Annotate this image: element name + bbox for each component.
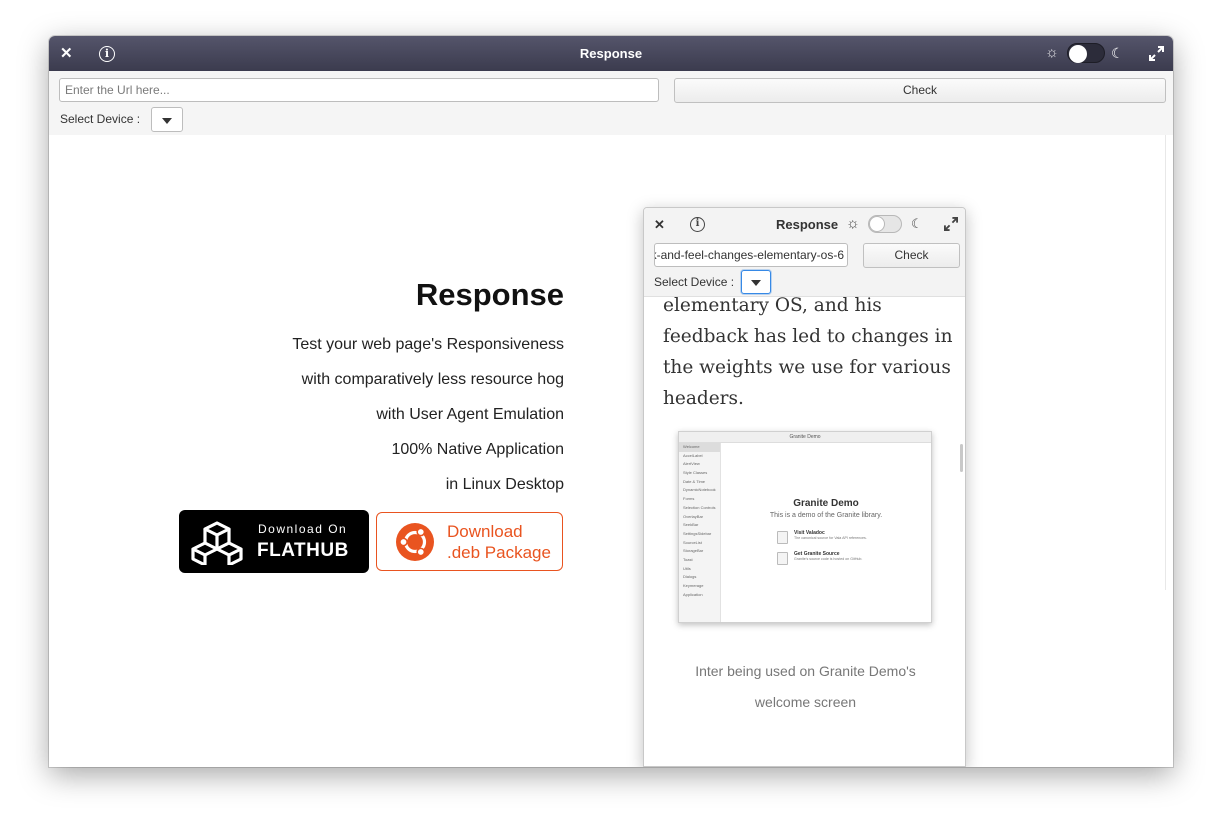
flathub-label: FLATHUB [257,540,349,561]
moon-icon: ☾ [1111,45,1124,61]
screenshot-sidebar-item: SourceList [683,539,702,545]
screenshot-sidebar-item: Welcome [679,443,720,452]
screenshot-sidebar-item: SeekBar [683,522,699,528]
screenshot-sidebar-item: AccelLabel [683,452,703,458]
screenshot-sidebar-item: Utils [683,565,691,571]
article-text: elementary OS, and his feedback has led … [663,295,953,409]
screenshot-sidebar-item: Application [683,591,703,597]
screenshot-sidebar-item: Date & Time [683,478,706,484]
flathub-logo-icon [191,521,243,565]
web-view[interactable]: Response Test your web page's Responsive… [49,135,1173,767]
select-device-label: Select Device : [60,112,141,126]
chevron-down-icon [162,117,172,124]
sun-icon: ☼ [846,215,860,232]
nested-check-button[interactable]: Check [863,243,960,268]
screenshot-sidebar-item: SettingsSidebar [683,530,712,536]
screenshot-sidebar-item: AlertView [683,461,700,467]
screenshot-link-subtitle: The canonical source for Vala API refere… [794,536,867,540]
nested-app-window: elementary OS, and his feedback has led … [643,207,966,767]
nested-header: ✕ i Response ☼ ☾ https://elementary.io/d… [644,208,965,297]
screenshot-sidebar-item: OverlayBar [683,513,704,519]
page-scrollbar[interactable] [1165,135,1166,590]
flathub-caption: Download On [258,522,348,536]
screenshot-link-subtitle: Granite's source code is hosted on GitHu… [794,557,863,561]
source-icon [777,552,788,565]
check-button[interactable]: Check [674,78,1166,103]
screenshot-link-row: Visit Valadoc The canonical source for V… [777,530,897,546]
tagline: Test your web page's Responsiveness [292,336,564,353]
url-input[interactable] [59,78,659,102]
nested-scrollbar[interactable] [960,444,963,472]
screenshot-subheading: This is a demo of the Granite library. [769,512,883,519]
flathub-download-button[interactable]: Download On FLATHUB [179,510,369,573]
nested-url-input[interactable]: https://elementary.io/docs/look-and-feel… [654,243,848,267]
screenshot-sidebar-item: StorageBar [683,548,704,554]
maximize-icon[interactable] [944,217,958,235]
deb-download-button[interactable]: Download .deb Package [376,512,563,571]
info-icon[interactable]: i [690,217,705,232]
close-icon[interactable]: ✕ [654,217,665,233]
screenshot-heading: Granite Demo [793,498,859,509]
deb-label-line2: .deb Package [447,543,551,562]
screenshot-sidebar-item: Keymerage [683,583,704,588]
moon-icon: ☾ [911,216,923,231]
screenshot-window-title: Granite Demo [789,434,821,440]
sun-icon: ☼ [1045,44,1059,61]
screenshot-sidebar: Welcome AccelLabel AlertView Style Class… [679,443,721,622]
screenshot-sidebar-item: Dialogs [683,574,697,580]
app-window: ✕ i Response ☼ ☾ Check Select Device : R… [49,36,1173,767]
page-title: Response [415,277,564,312]
toggle-knob [1069,45,1087,63]
tagline: in Linux Desktop [445,476,564,493]
ubuntu-logo-icon [396,523,434,561]
header-bar: ✕ i Response ☼ ☾ [49,36,1173,71]
deb-label-line1: Download [447,522,523,541]
nested-dark-mode-toggle[interactable] [868,215,902,233]
nested-window-title: Response [776,217,839,232]
nested-device-dropdown[interactable] [741,270,771,294]
maximize-icon[interactable] [1149,46,1164,65]
screenshot-sidebar-item: Forms [683,496,695,502]
valadoc-icon [777,531,788,544]
screenshot-sidebar-item: Selection Controls [683,504,716,510]
image-caption: welcome screen [754,694,857,710]
window-title: Response [579,46,643,61]
tagline: with comparatively less resource hog [301,371,564,388]
toggle-knob [869,216,885,232]
dark-mode-toggle[interactable] [1067,43,1105,63]
device-dropdown[interactable] [151,107,183,132]
image-caption: Inter being used on Granite Demo's [695,663,916,679]
screenshot-link-row: Get Granite Source Granite's source code… [777,551,897,567]
chevron-down-icon [751,280,761,286]
tagline: with User Agent Emulation [376,406,564,423]
granite-demo-screenshot: Granite Demo Welcome AccelLabel AlertVie… [678,431,932,623]
screenshot-sidebar-item: Toast [683,556,693,562]
screenshot-sidebar-item: DynamicNotebook [683,487,716,493]
screenshot-sidebar-item: Style Classes [683,470,708,476]
screenshot-titlebar: Granite Demo [679,432,931,443]
nested-select-device-label: Select Device : [654,275,735,289]
tagline: 100% Native Application [391,441,564,458]
